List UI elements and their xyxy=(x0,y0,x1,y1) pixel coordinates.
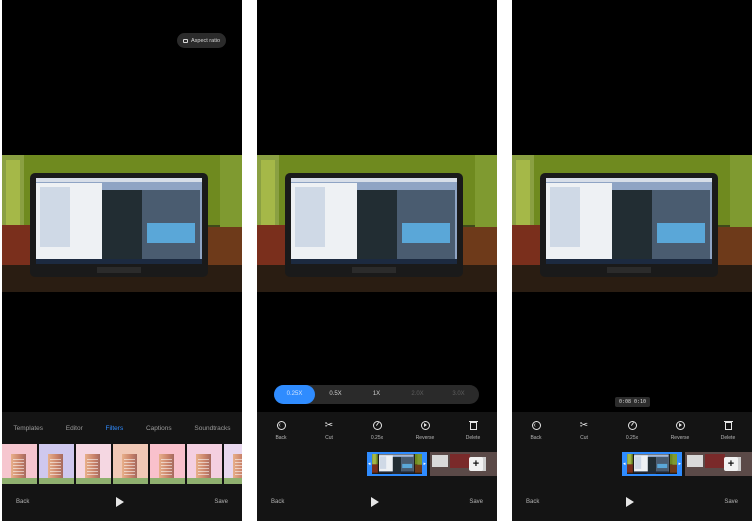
back-icon: ‹ xyxy=(531,420,542,431)
laptop-video-frame xyxy=(2,155,242,292)
filter-thumbnail[interactable] xyxy=(76,444,111,484)
trash-icon xyxy=(468,420,479,431)
clip-time-tag: 0:08 0:10 xyxy=(615,397,650,407)
speed-icon xyxy=(372,420,383,431)
bottom-bar: Back Save xyxy=(257,497,497,511)
tool-delete[interactable]: Delete xyxy=(451,420,495,450)
next-clip[interactable] xyxy=(685,452,752,476)
video-preview[interactable] xyxy=(257,155,497,292)
tab-captions[interactable]: Captions xyxy=(146,425,172,432)
clip-thumbnail xyxy=(372,454,422,474)
reverse-icon xyxy=(675,420,686,431)
clip-timeline: ◂ ▸ + xyxy=(367,452,497,476)
trim-left-handle[interactable]: ◂ xyxy=(368,461,371,467)
save-button[interactable]: Save xyxy=(469,499,483,505)
back-button[interactable]: Back xyxy=(271,499,284,505)
tool-label: Back xyxy=(275,435,287,441)
bottom-bar: Back Save xyxy=(512,497,752,511)
tool-back[interactable]: ‹ Back xyxy=(259,420,303,450)
add-clip-button[interactable]: + xyxy=(724,457,738,471)
bottom-panel: ‹ Back ✂ Cut 0.25x Reverse Delete ◂ ▸ + … xyxy=(512,412,752,521)
tab-editor[interactable]: Editor xyxy=(66,425,83,432)
tool-label: Reverse xyxy=(670,435,690,441)
editor-tabs: Templates Editor Filters Captions Soundt… xyxy=(2,422,242,434)
speed-option-2x[interactable]: 2.0X xyxy=(397,385,438,404)
tool-reverse[interactable]: Reverse xyxy=(658,420,702,450)
filter-thumbnail[interactable] xyxy=(150,444,185,484)
aspect-ratio-label: Aspect ratio xyxy=(190,37,221,44)
trim-right-handle[interactable]: ▸ xyxy=(423,461,426,467)
speed-option-1x[interactable]: 1X xyxy=(356,385,397,404)
video-preview[interactable] xyxy=(2,155,242,292)
screen-clip: 0:08 0:10 ‹ Back ✂ Cut 0.25x Reverse Del… xyxy=(512,0,752,521)
clip-timeline: ◂ ▸ + xyxy=(622,452,752,476)
speed-option-0-5x[interactable]: 0.5X xyxy=(315,385,356,404)
save-button[interactable]: Save xyxy=(724,499,738,505)
trim-left-handle[interactable]: ◂ xyxy=(623,461,626,467)
clip-thumbnail xyxy=(627,454,677,474)
bottom-panel: ‹ Back ✂ Cut 0.25x Reverse Delete ◂ ▸ + … xyxy=(257,412,497,521)
tool-speed[interactable]: 0.25x xyxy=(610,420,654,450)
trash-icon xyxy=(723,420,734,431)
screen-filters: Aspect ratio Templates Editor Filters Ca… xyxy=(2,0,242,521)
tool-label: Reverse xyxy=(415,435,435,441)
filter-thumbnail[interactable] xyxy=(113,444,148,484)
clip-tools: ‹ Back ✂ Cut 0.25x Reverse Delete xyxy=(512,420,752,450)
filter-thumbnail[interactable] xyxy=(2,444,37,484)
next-clip[interactable] xyxy=(430,452,497,476)
tool-reverse[interactable]: Reverse xyxy=(403,420,447,450)
tool-cut[interactable]: ✂ Cut xyxy=(562,420,606,450)
tab-soundtracks[interactable]: Soundtracks xyxy=(194,425,230,432)
tool-label: Delete xyxy=(720,435,736,441)
laptop-video-frame xyxy=(257,155,497,292)
speed-option-3x[interactable]: 3.0X xyxy=(438,385,479,404)
tool-back[interactable]: ‹ Back xyxy=(514,420,558,450)
play-icon[interactable] xyxy=(371,497,379,507)
tool-label: 0.25x xyxy=(625,435,639,441)
aspect-ratio-button[interactable]: Aspect ratio xyxy=(177,33,226,48)
speed-icon xyxy=(627,420,638,431)
speed-option-0-25x[interactable]: 0.25X xyxy=(274,385,315,404)
video-preview[interactable] xyxy=(512,155,752,292)
speed-selector: 0.25X 0.5X 1X 2.0X 3.0X xyxy=(274,385,479,404)
filter-thumbnail[interactable] xyxy=(39,444,74,484)
back-button[interactable]: Back xyxy=(526,499,539,505)
tool-cut[interactable]: ✂ Cut xyxy=(307,420,351,450)
clip-tools: ‹ Back ✂ Cut 0.25x Reverse Delete xyxy=(257,420,497,450)
scissors-icon: ✂ xyxy=(579,420,589,431)
save-button[interactable]: Save xyxy=(214,499,228,505)
tool-delete[interactable]: Delete xyxy=(706,420,750,450)
filter-thumbnail[interactable] xyxy=(187,444,222,484)
add-clip-button[interactable]: + xyxy=(469,457,483,471)
filter-thumbnails xyxy=(2,444,242,484)
filter-thumbnail[interactable] xyxy=(224,444,242,484)
tab-filters[interactable]: Filters xyxy=(106,425,124,432)
tool-label: Cut xyxy=(325,435,333,441)
selected-clip[interactable]: ◂ ▸ xyxy=(622,452,682,476)
back-button[interactable]: Back xyxy=(16,499,29,505)
back-icon: ‹ xyxy=(276,420,287,431)
laptop-video-frame xyxy=(512,155,752,292)
tool-label: 0.25x xyxy=(370,435,384,441)
play-icon[interactable] xyxy=(626,497,634,507)
aspect-ratio-icon xyxy=(182,38,188,43)
tool-label: Delete xyxy=(465,435,481,441)
tab-templates[interactable]: Templates xyxy=(13,425,43,432)
tool-label: Back xyxy=(530,435,542,441)
tool-label: Cut xyxy=(580,435,588,441)
trim-right-handle[interactable]: ▸ xyxy=(678,461,681,467)
screen-speed: 0.25X 0.5X 1X 2.0X 3.0X ‹ Back ✂ Cut 0.2… xyxy=(257,0,497,521)
bottom-panel: Templates Editor Filters Captions Soundt… xyxy=(2,412,242,521)
selected-clip[interactable]: ◂ ▸ xyxy=(367,452,427,476)
bottom-bar: Back Save xyxy=(2,497,242,511)
play-icon[interactable] xyxy=(116,497,124,507)
scissors-icon: ✂ xyxy=(324,420,334,431)
tool-speed[interactable]: 0.25x xyxy=(355,420,399,450)
reverse-icon xyxy=(420,420,431,431)
